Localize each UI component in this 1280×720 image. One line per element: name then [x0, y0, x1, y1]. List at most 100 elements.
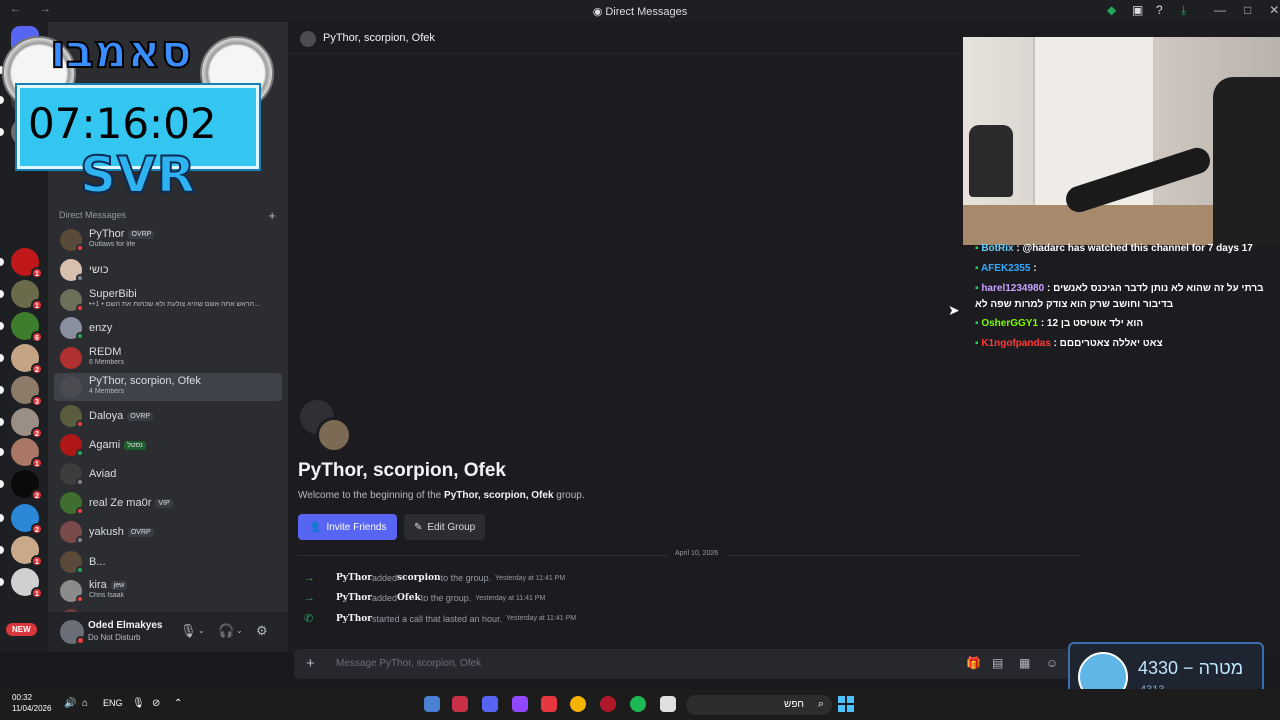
- dm-subtext: •+1 • הראש אתה אשם שהיא צולעת ולא שכחות …: [89, 301, 260, 308]
- dm-item[interactable]: kira jew Chris Isaak: [54, 577, 282, 605]
- new-badge[interactable]: NEW: [6, 623, 37, 636]
- edit-group-button[interactable]: ✎ Edit Group: [404, 514, 486, 540]
- dm-name-text: kira: [89, 579, 107, 591]
- mic-tray-icon[interactable]: 🎙: [132, 698, 145, 709]
- chat-username: BotRix: [981, 243, 1014, 254]
- taskbar-search[interactable]: חפש ⌕: [686, 695, 832, 715]
- nitro-icon[interactable]: ◆: [1107, 3, 1116, 17]
- gift-icon[interactable]: 🎁: [966, 656, 981, 670]
- server-icon[interactable]: 1: [0, 438, 43, 469]
- gif-icon[interactable]: ▤: [992, 656, 1003, 670]
- minimize-icon[interactable]: —: [1214, 3, 1226, 17]
- server-icon[interactable]: 2: [0, 344, 43, 375]
- dm-name: SuperBibi: [89, 288, 137, 300]
- dm-item[interactable]: yakush OVRP: [54, 518, 282, 546]
- date-divider-label: April 10, 2026: [667, 550, 727, 557]
- dm-item[interactable]: real Ze ma0r VIP: [54, 489, 282, 517]
- dm-name: real Ze ma0r VIP: [89, 497, 173, 509]
- chevron-up-icon[interactable]: ⌃: [174, 698, 182, 709]
- chevron-down-icon[interactable]: ⌄: [236, 626, 243, 635]
- server-icon[interactable]: 2: [0, 470, 43, 501]
- twitch-app-icon[interactable]: [512, 696, 528, 712]
- server-icon[interactable]: 1: [0, 248, 43, 279]
- unread-pip: [0, 386, 4, 394]
- phone-icon: ✆: [304, 613, 314, 625]
- dm-item[interactable]: REDM 6 Members: [54, 344, 282, 372]
- status-indicator: [76, 244, 84, 252]
- status-indicator: [76, 595, 84, 603]
- target-name[interactable]: Ofek: [397, 593, 421, 603]
- server-icon[interactable]: 6: [0, 312, 43, 343]
- dm-item[interactable]: Daloya OVRP: [54, 402, 282, 430]
- maximize-icon[interactable]: □: [1244, 3, 1251, 17]
- target-name[interactable]: scorpion: [397, 573, 441, 583]
- mention-badge: 1: [31, 299, 43, 311]
- welcome-group: PyThor, scorpion, Ofek: [444, 490, 554, 501]
- attach-plus-icon[interactable]: +: [306, 655, 315, 672]
- mute-icon[interactable]: ⊘: [152, 698, 160, 709]
- chrome-app-icon[interactable]: [570, 696, 586, 712]
- message-input[interactable]: Message PyThor, scorpion, Ofek: [336, 658, 481, 669]
- server-icon[interactable]: 3: [0, 376, 43, 407]
- lang-indicator[interactable]: ENG: [103, 698, 123, 708]
- emoji-icon[interactable]: ☺: [1046, 656, 1058, 670]
- dm-item[interactable]: Agami נסטל: [54, 431, 282, 459]
- create-dm-icon[interactable]: +: [268, 208, 276, 223]
- volume-icon[interactable]: 🔊: [64, 698, 76, 709]
- server-icon[interactable]: 2: [0, 408, 43, 439]
- dm-subtext: Chris Isaak: [89, 592, 125, 599]
- dm-item[interactable]: כושי: [54, 256, 282, 284]
- dm-item[interactable]: PyThor, scorpion, Ofek 4 Members: [54, 373, 282, 401]
- dm-item[interactable]: SuperBibi •+1 • הראש אתה אשם שהיא צולעת ו…: [54, 286, 282, 314]
- status-indicator: [76, 507, 84, 515]
- headphones-icon[interactable]: 🎧: [218, 623, 234, 639]
- dm-name-text: PyThor: [89, 228, 125, 240]
- network-icon[interactable]: ⌂: [82, 698, 88, 709]
- author-name[interactable]: PyThor: [336, 593, 372, 603]
- webcam-chair: [1213, 77, 1280, 245]
- user-name[interactable]: Oded Elmakyes: [88, 620, 162, 631]
- magnet-app-icon[interactable]: [541, 696, 557, 712]
- dm-item[interactable]: B...: [54, 548, 282, 576]
- server-icon[interactable]: 1: [0, 536, 43, 567]
- server-icon[interactable]: 1: [0, 568, 43, 599]
- taskbar-clock[interactable]: 00:32 11/04/2026: [12, 692, 51, 714]
- dm-item[interactable]: enzy: [54, 314, 282, 342]
- obs-app-icon[interactable]: [600, 696, 616, 712]
- server-icon[interactable]: 1: [0, 280, 43, 311]
- calculator-app-icon[interactable]: [424, 696, 440, 712]
- message-text: added: [371, 593, 398, 603]
- chat-message-text: בדיבור וחושב שרק הוא צודק למרות שפה לא: [975, 299, 1174, 310]
- invite-friends-button[interactable]: 👤 Invite Friends: [298, 514, 398, 540]
- file-explorer-icon[interactable]: [660, 696, 676, 712]
- spotify-app-icon[interactable]: [630, 696, 646, 712]
- snip-app-icon[interactable]: [452, 696, 468, 712]
- sticker-icon[interactable]: ▦: [1019, 656, 1030, 670]
- windows-start-icon[interactable]: [838, 696, 854, 712]
- timestamp: Yesterday at 11:41 PM: [475, 594, 546, 602]
- role-tag: VIP: [155, 498, 173, 508]
- download-icon[interactable]: ⤓: [1181, 3, 1186, 18]
- mic-icon[interactable]: 🎙: [180, 623, 197, 639]
- discord-app-icon[interactable]: [482, 696, 498, 712]
- close-icon[interactable]: ✕: [1269, 3, 1279, 17]
- chat-message-text: : הוא ילד אוטיסט בן 12: [1040, 318, 1144, 329]
- status-indicator: [76, 332, 84, 340]
- settings-gear-icon[interactable]: ⚙: [256, 623, 268, 639]
- chevron-down-icon[interactable]: ⌄: [198, 626, 205, 635]
- dm-item[interactable]: Aviad: [54, 460, 282, 488]
- status-indicator: [76, 304, 84, 312]
- unread-pip: [0, 546, 4, 554]
- dm-name: Agami נסטל: [89, 439, 146, 451]
- server-icon[interactable]: 2: [0, 504, 43, 535]
- inbox-icon[interactable]: ▣: [1132, 3, 1143, 17]
- help-icon[interactable]: ?: [1156, 3, 1163, 17]
- dm-name: PyThor, scorpion, Ofek: [89, 375, 201, 387]
- role-tag: jew: [110, 580, 128, 590]
- author-name[interactable]: PyThor: [336, 614, 372, 624]
- author-name[interactable]: PyThor: [336, 573, 372, 583]
- dm-item[interactable]: PyThor OVRP Outlaws for life: [54, 226, 282, 254]
- dm-subtext: 6 Members: [89, 359, 125, 366]
- message-composer[interactable]: + Message PyThor, scorpion, Ofek 🎁 ▤ ▦ ☺: [294, 649, 1080, 679]
- taskbar: 00:32 11/04/2026 🔊 ⌂ ENG 🎙 ⊘ ⌃ חפש ⌕: [0, 689, 1280, 720]
